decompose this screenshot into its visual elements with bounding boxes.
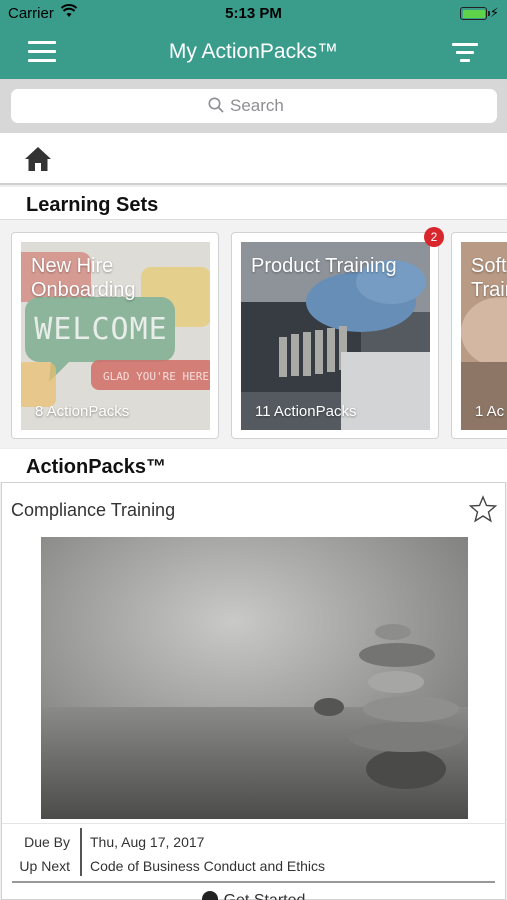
learning-set-card[interactable]: Product Training 11 ActionPacks 2 — [231, 227, 444, 439]
star-icon[interactable] — [468, 495, 498, 528]
due-by-label: Due By — [24, 834, 70, 850]
actionpacks-header: ActionPacks™ — [0, 449, 507, 482]
learning-set-name: Soft Training — [471, 255, 507, 301]
learning-set-count: 1 Ac — [475, 403, 505, 420]
learning-set-card[interactable]: Soft Training 1 Ac — [451, 232, 507, 439]
learning-set-name: New Hire Onboarding — [31, 255, 136, 301]
page-title: My ActionPacks™ — [168, 40, 339, 63]
learning-set-count: 11 ActionPacks — [255, 403, 357, 420]
up-next-label: Up Next — [19, 858, 70, 874]
filter-icon[interactable] — [451, 43, 479, 63]
learning-set-name: Product Training — [251, 255, 397, 277]
clock: 5:13 PM — [225, 5, 282, 22]
up-next-value: Code of Business Conduct and Ethics — [90, 858, 326, 874]
search-icon — [208, 97, 224, 113]
actionpack-meta: Due By Up Next Thu, Aug 17, 2017 Code of… — [2, 823, 507, 881]
actionpack-title: Compliance Training — [11, 500, 176, 520]
search-input[interactable] — [230, 96, 300, 116]
section-title-actionpacks: ActionPacks™ — [26, 456, 167, 478]
learning-set-card[interactable]: WELCOME GLAD YOU'RE HERE New Hire Onboar… — [11, 232, 219, 439]
notification-badge: 2 — [424, 227, 444, 247]
learning-set-image: Product Training 11 ActionPacks — [241, 242, 430, 430]
battery-icon — [460, 7, 490, 20]
learning-set-image: Soft Training 1 Ac — [461, 242, 507, 430]
get-started-button[interactable]: Get Started — [12, 881, 495, 900]
status-bar: Carrier 5:13 PM ⚡ — [0, 0, 507, 27]
learning-set-image-text: WELCOME — [34, 312, 167, 347]
learning-set-image-subtext: GLAD YOU'RE HERE — [103, 370, 209, 383]
learning-sets-header: Learning Sets — [0, 187, 507, 219]
search-box[interactable] — [11, 89, 497, 123]
section-title-learning-sets: Learning Sets — [26, 194, 159, 216]
nav-bar: My ActionPacks™ — [0, 27, 507, 79]
home-icon[interactable] — [24, 146, 52, 177]
charging-icon: ⚡ — [489, 5, 499, 20]
actionpack-card[interactable]: Compliance Training Due By Up Next Thu, … — [1, 482, 507, 900]
search-bar — [0, 79, 507, 133]
meta-divider — [80, 828, 82, 876]
learning-sets-carousel[interactable]: WELCOME GLAD YOU'RE HERE New Hire Onboar… — [0, 219, 507, 448]
get-started-label: Get Started — [224, 892, 306, 900]
breadcrumb — [0, 133, 507, 185]
actionpack-image — [41, 537, 468, 819]
learning-set-count: 8 ActionPacks — [35, 403, 130, 420]
play-icon — [201, 891, 218, 900]
due-date: Thu, Aug 17, 2017 — [90, 834, 205, 850]
learning-set-image: WELCOME GLAD YOU'RE HERE New Hire Onboar… — [21, 242, 210, 430]
